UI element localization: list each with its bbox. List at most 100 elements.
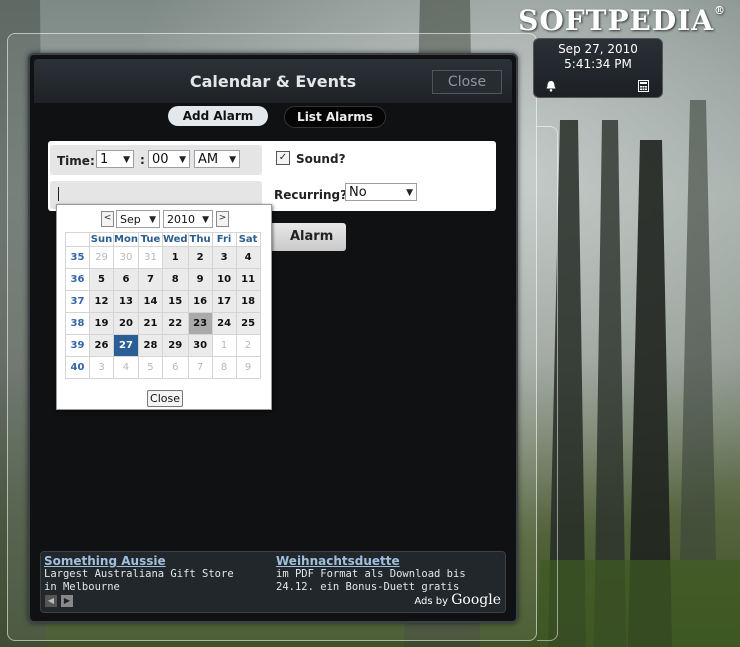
- calendar-day[interactable]: 30: [187, 334, 213, 357]
- calendar-day[interactable]: 2: [235, 334, 261, 357]
- chevron-down-icon: ▼: [179, 155, 186, 165]
- ad-item[interactable]: Weihnachtsduette im PDF Format als Downl…: [276, 555, 476, 594]
- time-colon: :: [140, 153, 145, 167]
- calendar-day[interactable]: 9: [187, 268, 213, 291]
- calendar-day[interactable]: 12: [89, 290, 114, 313]
- calendar-day[interactable]: 28: [137, 334, 163, 357]
- calendar-week-row: 37 12 13 14 15 16 17 18: [65, 290, 261, 313]
- ad-title-link[interactable]: Something Aussie: [44, 555, 244, 568]
- weekday-header-row: Sun Mon Tue Wed Thu Fri Sat: [65, 232, 261, 247]
- save-alarm-label: Alarm: [290, 229, 334, 244]
- calculator-icon[interactable]: [636, 80, 650, 92]
- chevron-down-icon: ▼: [202, 215, 209, 225]
- calendar-day[interactable]: 22: [161, 312, 189, 335]
- calendar-day[interactable]: 5: [137, 356, 163, 379]
- calendar-day[interactable]: 1: [211, 334, 237, 357]
- calendar-day[interactable]: 3: [211, 246, 237, 269]
- calendar-day[interactable]: 15: [161, 290, 189, 313]
- calendar-day[interactable]: 2: [187, 246, 213, 269]
- calendar-week-row: 38 19 20 21 22 23 24 25: [65, 312, 261, 335]
- calendar-week-row: 35 29 30 31 1 2 3 4: [65, 246, 261, 269]
- calendar-day-today[interactable]: 23: [187, 312, 213, 335]
- calendar-day[interactable]: 8: [161, 268, 189, 291]
- ad-text: im PDF Format als Download bis 24.12. ei…: [276, 568, 466, 593]
- tab-list-alarms[interactable]: List Alarms: [284, 106, 386, 128]
- year-value: 2010: [167, 213, 195, 226]
- minute-select[interactable]: 00 ▼: [148, 150, 190, 168]
- calendar-week-row: 39 26 27 28 29 30 1 2: [65, 334, 261, 357]
- calendar-day-selected[interactable]: 27: [113, 334, 139, 357]
- year-select[interactable]: 2010 ▼: [163, 210, 213, 228]
- ad-text: Largest Australiana Gift Store in Melbou…: [44, 568, 234, 593]
- close-button[interactable]: Close: [432, 70, 502, 94]
- clock-date: Sep 27, 2010: [558, 42, 638, 56]
- calendar-day[interactable]: 18: [235, 290, 261, 313]
- week-number: 37: [65, 290, 90, 313]
- ampm-value: AM: [198, 152, 219, 167]
- calendar-day[interactable]: 13: [113, 290, 139, 313]
- ad-title-link[interactable]: Weihnachtsduette: [276, 555, 476, 568]
- tab-bar: Add Alarm List Alarms: [30, 105, 516, 129]
- clock-gadget[interactable]: Sep 27, 2010 5:41:34 PM: [533, 38, 663, 98]
- calendar-close-button[interactable]: Close: [147, 390, 183, 407]
- ampm-select[interactable]: AM ▼: [194, 150, 240, 168]
- weekday-label: Sat: [235, 232, 261, 247]
- calendar-day[interactable]: 29: [89, 246, 114, 269]
- calendar-day[interactable]: 6: [113, 268, 139, 291]
- calendar-day[interactable]: 19: [89, 312, 114, 335]
- ad-item[interactable]: Something Aussie Largest Australiana Gif…: [44, 555, 244, 594]
- google-logo: Google: [451, 592, 501, 608]
- alarm-form: Time: 1 ▼ : 00 ▼ AM ▼ ✓ Sound? Recurring…: [48, 141, 496, 211]
- calendar-day[interactable]: 14: [137, 290, 163, 313]
- hour-value: 1: [100, 152, 109, 167]
- calendar-day[interactable]: 4: [113, 356, 139, 379]
- hour-select[interactable]: 1 ▼: [96, 150, 134, 168]
- calendar-day[interactable]: 20: [113, 312, 139, 335]
- calendar-day[interactable]: 11: [235, 268, 261, 291]
- weekday-label: Mon: [113, 232, 139, 247]
- calendar-day[interactable]: 1: [161, 246, 189, 269]
- calendar-day[interactable]: 3: [89, 356, 114, 379]
- calendar-day[interactable]: 17: [211, 290, 237, 313]
- next-month-button[interactable]: >: [216, 211, 229, 227]
- calendar-week-row: 40 3 4 5 6 7 8 9: [65, 356, 261, 379]
- prev-month-button[interactable]: <: [101, 211, 114, 227]
- weekday-label: Fri: [211, 232, 237, 247]
- month-value: Sep: [120, 213, 141, 226]
- calendar-day[interactable]: 25: [235, 312, 261, 335]
- ads-prev-icon[interactable]: ◀: [45, 595, 57, 607]
- calendar-grid: Sun Mon Tue Wed Thu Fri Sat 35 29 30 31 1 2 3 4…: [65, 232, 261, 379]
- calendar-day[interactable]: 30: [113, 246, 139, 269]
- month-select[interactable]: Sep ▼: [116, 210, 160, 228]
- calendar-day[interactable]: 9: [235, 356, 261, 379]
- recurring-value: No: [349, 185, 367, 200]
- sound-label: Sound?: [296, 152, 346, 166]
- calendar-day[interactable]: 29: [161, 334, 189, 357]
- calendar-day[interactable]: 6: [161, 356, 189, 379]
- alarm-bell-icon[interactable]: [544, 80, 558, 92]
- sound-checkbox[interactable]: ✓: [276, 151, 290, 165]
- chevron-down-icon: ▼: [123, 155, 130, 165]
- calendar-day[interactable]: 16: [187, 290, 213, 313]
- recurring-label: Recurring?: [274, 188, 348, 202]
- gadget-side-frame: [537, 126, 558, 641]
- calendar-day[interactable]: 21: [137, 312, 163, 335]
- text-caret: [58, 187, 59, 201]
- calendar-day[interactable]: 7: [187, 356, 213, 379]
- ads-next-icon[interactable]: ▶: [61, 595, 73, 607]
- calendar-day[interactable]: 26: [89, 334, 114, 357]
- tab-add-alarm[interactable]: Add Alarm: [168, 106, 268, 126]
- ads-by-google[interactable]: Ads by Google: [414, 592, 501, 608]
- calendar-day[interactable]: 31: [137, 246, 163, 269]
- calendar-day[interactable]: 24: [211, 312, 237, 335]
- clock-time: 5:41:34 PM: [564, 57, 632, 71]
- calendar-day[interactable]: 10: [211, 268, 237, 291]
- week-number: 38: [65, 312, 90, 335]
- chevron-down-icon: ▼: [149, 215, 156, 225]
- calendar-day[interactable]: 5: [89, 268, 114, 291]
- calendar-day[interactable]: 7: [137, 268, 163, 291]
- softpedia-watermark: SOFTPEDIA®: [518, 4, 726, 37]
- recurring-select[interactable]: No ▼: [345, 183, 417, 201]
- calendar-day[interactable]: 8: [211, 356, 237, 379]
- calendar-day[interactable]: 4: [235, 246, 261, 269]
